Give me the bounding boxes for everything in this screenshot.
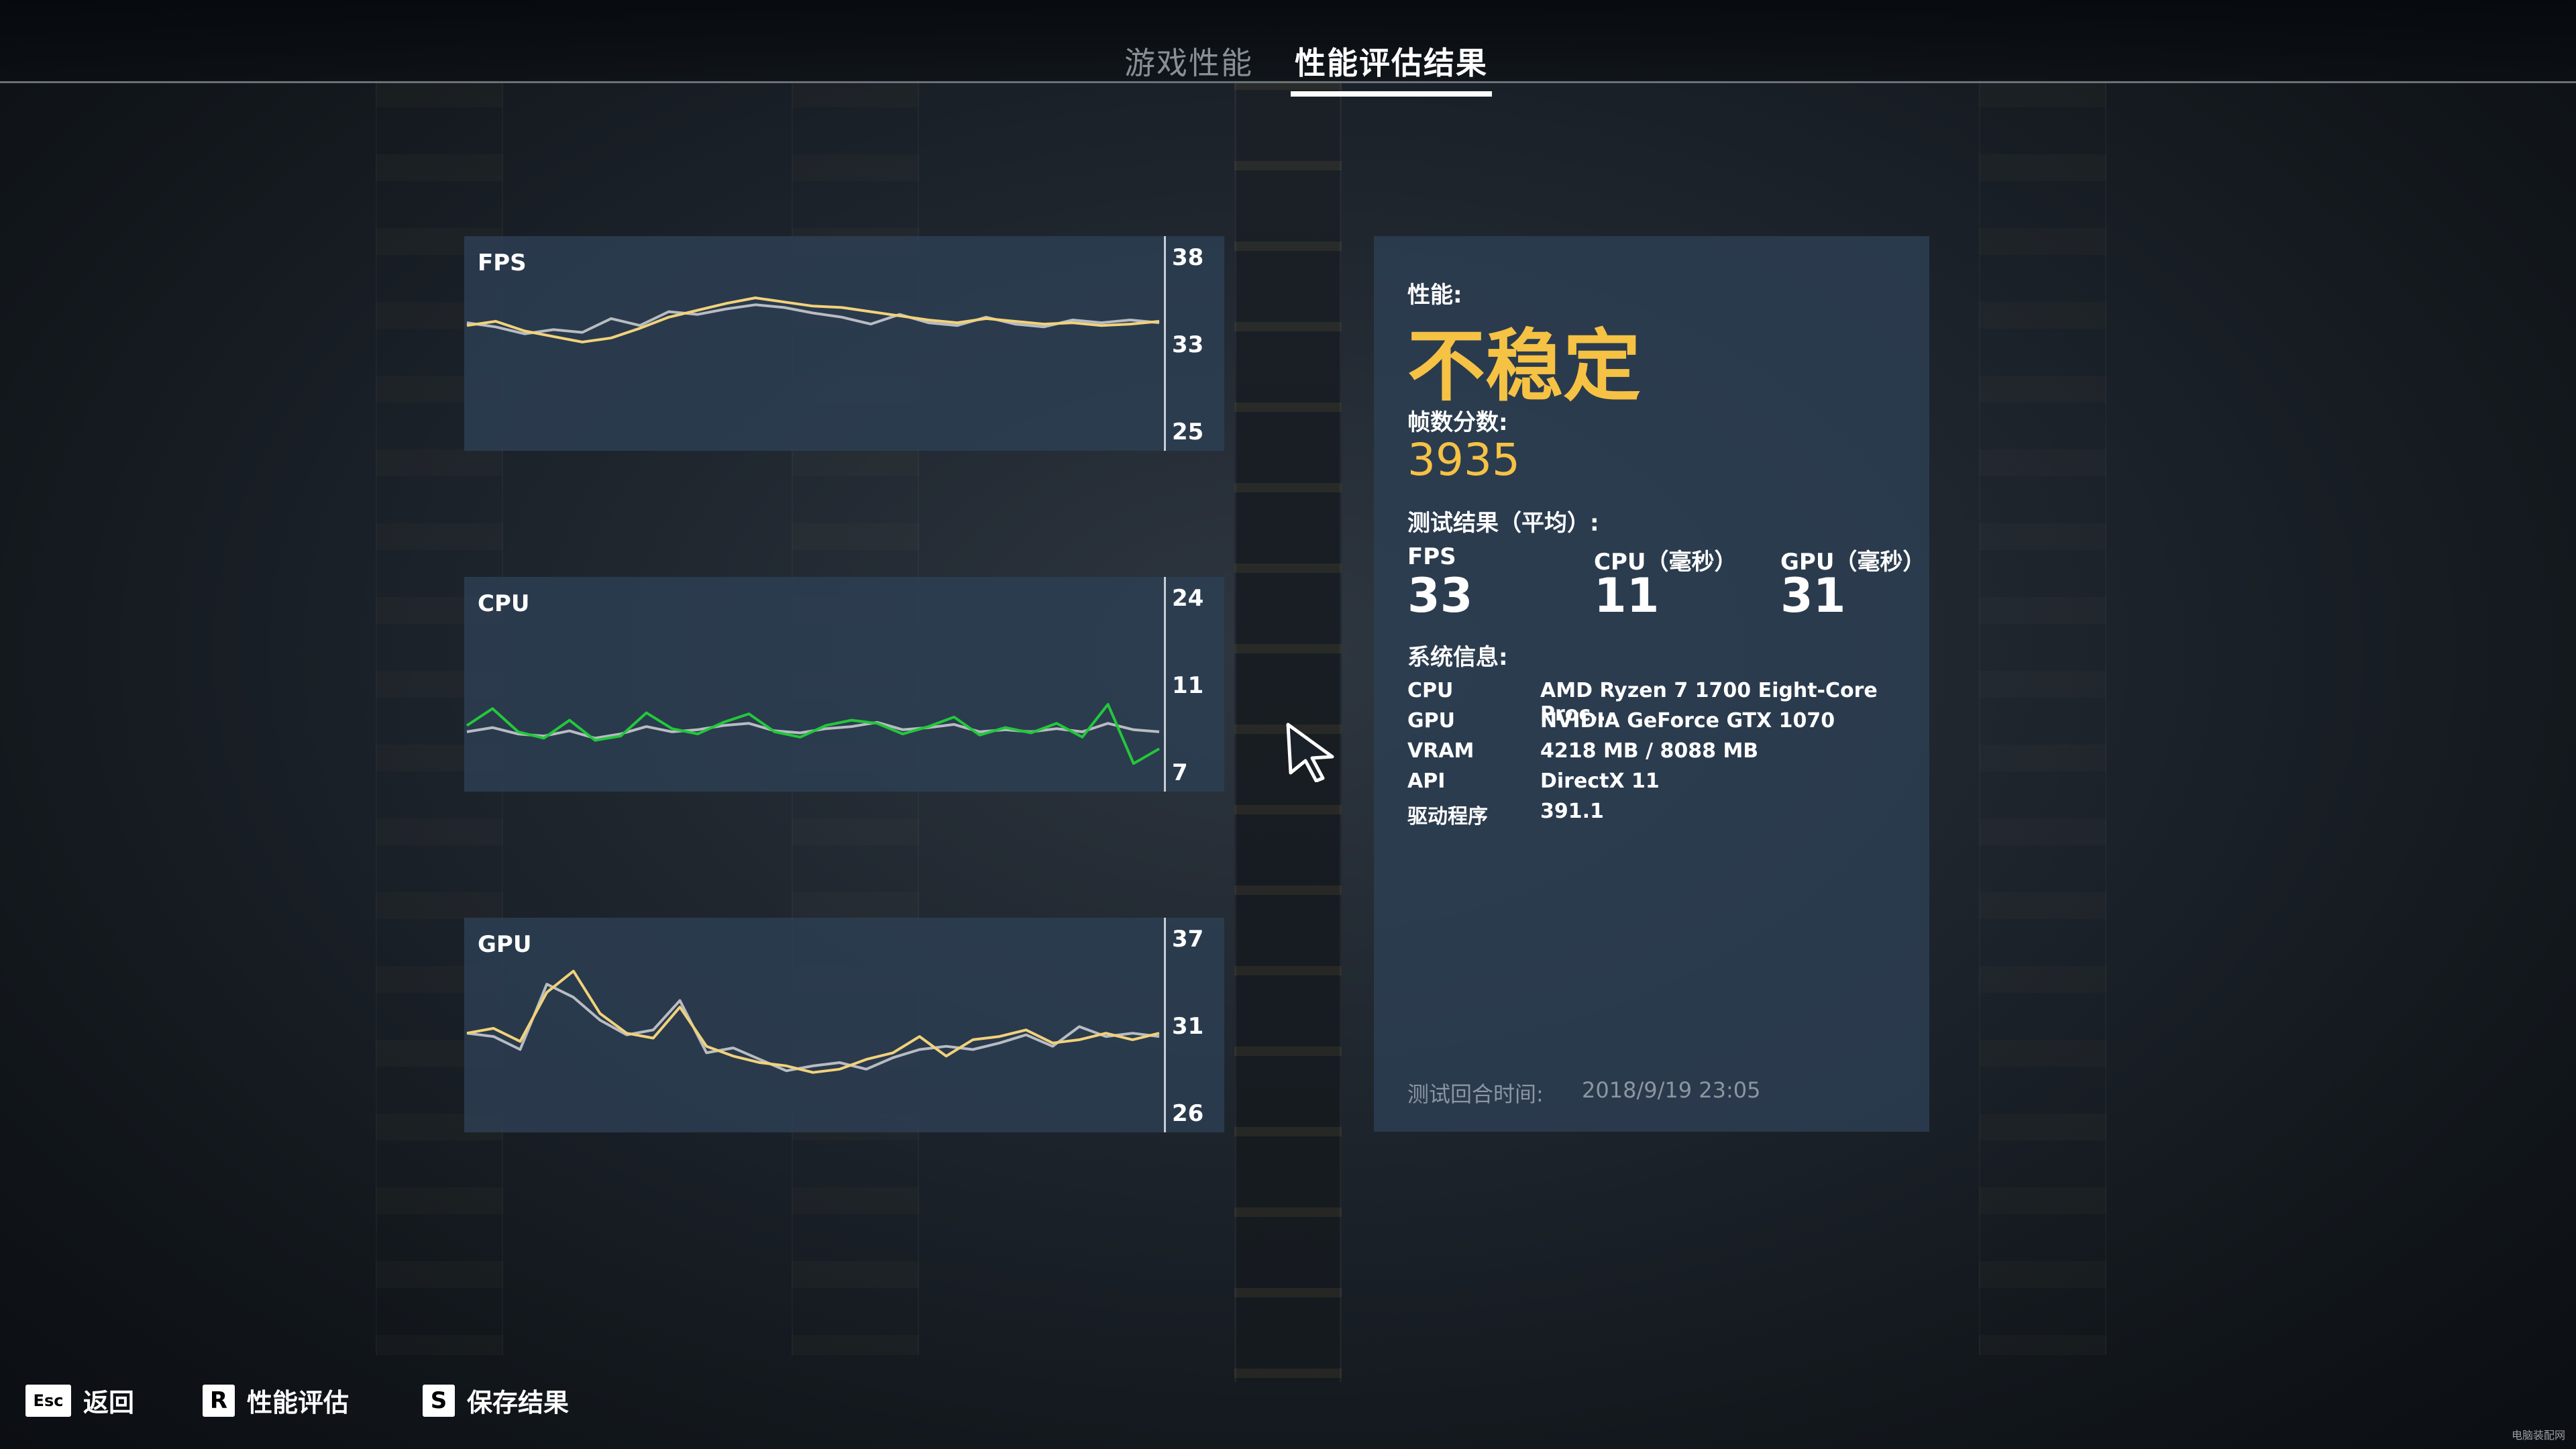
gpu-tick-top: 37 bbox=[1172, 926, 1204, 953]
metric-cpu-value: 11 bbox=[1594, 568, 1660, 623]
cpu-chart-panel: CPU 24 11 7 bbox=[464, 577, 1224, 792]
mouse-cursor-icon bbox=[1286, 722, 1334, 782]
gpu-series-gray bbox=[466, 983, 1160, 1073]
cpu-axis-line bbox=[1164, 577, 1166, 792]
system-key-api: API bbox=[1407, 769, 1446, 793]
fps-chart-title: FPS bbox=[478, 250, 527, 276]
system-value-api: DirectX 11 bbox=[1540, 769, 1660, 793]
hint-benchmark-label: 性能评估 bbox=[247, 1388, 350, 1417]
fps-axis-line bbox=[1164, 236, 1166, 451]
gpu-axis-line bbox=[1164, 918, 1166, 1132]
benchmark-results-panel: 性能: 不稳定 帧数分数: 3935 测试结果（平均）: FPS 33 CPU（… bbox=[1374, 236, 1929, 1132]
fps-tick-top: 38 bbox=[1172, 244, 1204, 271]
hint-save-results-label: 保存结果 bbox=[467, 1388, 570, 1417]
fps-series-gray bbox=[466, 303, 1160, 335]
fps-chart-panel: FPS 38 33 25 bbox=[464, 236, 1224, 451]
system-value-vram: 4218 MB / 8088 MB bbox=[1540, 739, 1759, 763]
cpu-chart-title: CPU bbox=[478, 590, 530, 617]
cpu-series-green bbox=[466, 703, 1160, 765]
score-value: 3935 bbox=[1407, 434, 1520, 486]
system-key-cpu: CPU bbox=[1407, 679, 1454, 702]
score-label: 帧数分数: bbox=[1407, 409, 1508, 436]
cpu-tick-mid: 11 bbox=[1172, 672, 1204, 699]
gpu-chart-title: GPU bbox=[478, 931, 532, 958]
cpu-tick-top: 24 bbox=[1172, 585, 1204, 612]
hint-back[interactable]: Esc 返回 bbox=[25, 1382, 134, 1419]
fps-tick-mid: 33 bbox=[1172, 331, 1204, 358]
tab-benchmark-results[interactable]: 性能评估结果 bbox=[1291, 39, 1492, 97]
fps-chart-plot bbox=[466, 297, 1160, 343]
gpu-chart-panel: GPU 37 31 26 bbox=[464, 918, 1224, 1132]
averages-label: 测试结果（平均）: bbox=[1407, 510, 1599, 537]
test-time-label: 测试回合时间: bbox=[1407, 1081, 1544, 1107]
metric-gpu-value: 31 bbox=[1780, 568, 1846, 623]
system-key-vram: VRAM bbox=[1407, 739, 1474, 763]
cpu-chart-plot bbox=[466, 703, 1160, 765]
gpu-chart-plot bbox=[466, 969, 1160, 1074]
test-time-value: 2018/9/19 23:05 bbox=[1582, 1077, 1761, 1103]
system-key-driver: 驱动程序 bbox=[1407, 805, 1488, 828]
gpu-series-yellow bbox=[466, 969, 1160, 1074]
background-glyph-column-right bbox=[1979, 80, 2106, 1355]
system-value-driver: 391.1 bbox=[1540, 800, 1604, 823]
performance-rating: 不稳定 bbox=[1407, 321, 1641, 412]
gpu-tick-mid: 31 bbox=[1172, 1013, 1204, 1040]
hint-benchmark[interactable]: R 性能评估 bbox=[203, 1382, 349, 1419]
system-info-label: 系统信息: bbox=[1407, 644, 1508, 671]
top-tab-bar: 游戏性能 性能评估结果 bbox=[0, 0, 2576, 97]
metric-fps-value: 33 bbox=[1407, 568, 1473, 623]
hint-save-results[interactable]: S 保存结果 bbox=[423, 1382, 569, 1419]
hint-back-label: 返回 bbox=[83, 1388, 135, 1417]
esc-key-icon: Esc bbox=[25, 1384, 71, 1417]
system-key-gpu: GPU bbox=[1407, 709, 1455, 733]
watermark: 电脑装配网 bbox=[2511, 1429, 2565, 1442]
system-value-gpu: NVIDIA GeForce GTX 1070 bbox=[1540, 709, 1835, 733]
gpu-tick-bottom: 26 bbox=[1172, 1100, 1204, 1127]
fps-series-yellow bbox=[466, 297, 1160, 343]
s-key-icon: S bbox=[423, 1384, 455, 1417]
r-key-icon: R bbox=[203, 1384, 235, 1417]
cpu-tick-bottom: 7 bbox=[1172, 759, 1188, 786]
tab-list: 游戏性能 性能评估结果 bbox=[1120, 39, 1492, 97]
metric-fps-label: FPS bbox=[1407, 543, 1456, 570]
tab-game-performance[interactable]: 游戏性能 bbox=[1120, 39, 1257, 97]
fps-tick-bottom: 25 bbox=[1172, 419, 1204, 445]
